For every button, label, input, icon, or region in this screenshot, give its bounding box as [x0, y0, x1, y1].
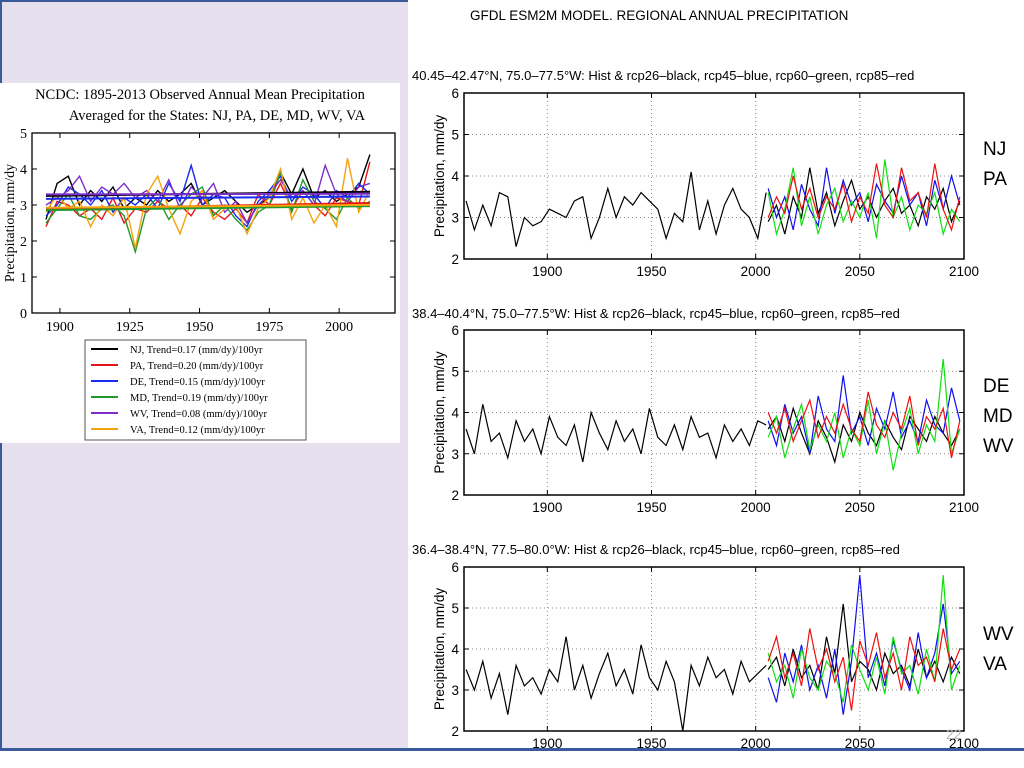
- plot-frame: [31, 132, 396, 314]
- legend-label: PA, Trend=0.20 (mm/dy)/100yr: [130, 361, 264, 372]
- y-tick-label: 4: [20, 163, 27, 178]
- x-tick-label: 1900: [46, 320, 74, 335]
- x-tick-label: 1900: [532, 264, 562, 279]
- y-tick-label: 6: [451, 323, 459, 338]
- x-tick-label: 1900: [532, 500, 562, 515]
- chart-title: NCDC: 1895-2013 Observed Annual Mean Pre…: [35, 87, 366, 103]
- chart-title: 40.45–42.47°N, 75.0–77.5°W: Hist & rcp26…: [412, 68, 914, 83]
- y-tick-label: 5: [451, 364, 459, 379]
- y-tick-label: 2: [20, 235, 27, 250]
- y-tick-label: 5: [451, 601, 459, 616]
- y-tick-label: 2: [451, 724, 459, 739]
- x-tick-label: 1950: [186, 320, 214, 335]
- region-labels-2: DE MD WV: [983, 372, 1014, 462]
- y-tick-label: 3: [451, 683, 459, 698]
- legend-label: MD, Trend=0.19 (mm/dy)/100yr: [130, 393, 268, 404]
- chart-title: 36.4–38.4°N, 77.5–80.0°W: Hist & rcp26–b…: [412, 542, 900, 557]
- x-tick-label: 1950: [636, 500, 666, 515]
- y-tick-label: 3: [451, 447, 459, 462]
- legend-label: WV, Trend=0.08 (mm/dy)/100yr: [130, 409, 267, 420]
- y-tick-label: 6: [451, 86, 459, 101]
- x-tick-label: 2100: [949, 500, 979, 515]
- region-labels-3: WV VA: [983, 620, 1014, 680]
- region-label: VA: [983, 654, 1007, 675]
- y-tick-label: 3: [20, 199, 27, 214]
- x-tick-label: 2000: [741, 500, 771, 515]
- rcp45-line: [767, 575, 961, 715]
- y-tick-label: 5: [451, 128, 459, 143]
- y-tick-label: 4: [451, 406, 459, 421]
- x-tick-label: 1975: [255, 320, 283, 335]
- y-tick-label: 5: [20, 127, 27, 142]
- x-tick-label: 2000: [325, 320, 353, 335]
- y-tick-label: 6: [451, 560, 459, 575]
- region-label: NJ: [983, 139, 1007, 160]
- y-axis-label: Precipitation, mm/dy: [432, 351, 447, 474]
- x-tick-label: 2100: [949, 264, 979, 279]
- hist-line: [465, 171, 767, 247]
- region-label: MD: [983, 406, 1013, 427]
- y-axis-label: Precipitation, mm/dy: [432, 588, 447, 711]
- y-tick-label: 2: [451, 488, 459, 503]
- x-tick-label: 2050: [845, 264, 875, 279]
- rcp60-line: [767, 575, 961, 703]
- region-label: WV: [983, 624, 1014, 645]
- x-tick-label: 2000: [741, 264, 771, 279]
- chart-title: 38.4–40.4°N, 75.0–77.5°W: Hist & rcp26–b…: [412, 306, 900, 321]
- x-tick-label: 2050: [845, 736, 875, 751]
- region-label: WV: [983, 436, 1014, 457]
- x-tick-label: 1900: [532, 736, 562, 751]
- region-label: DE: [983, 376, 1010, 397]
- y-axis-label: Precipitation, mm/dy: [3, 164, 18, 282]
- rcp45-line: [767, 167, 961, 231]
- hist-line: [465, 636, 767, 732]
- x-tick-label: 1950: [636, 736, 666, 751]
- x-tick-label: 1925: [116, 320, 144, 335]
- charts-canvas: NCDC: 1895-2013 Observed Annual Mean Pre…: [3, 68, 979, 751]
- legend-label: DE, Trend=0.15 (mm/dy)/100yr: [130, 377, 265, 388]
- y-tick-label: 3: [451, 211, 459, 226]
- y-tick-label: 2: [451, 252, 459, 267]
- trend-line: [45, 192, 370, 196]
- y-tick-label: 4: [451, 642, 459, 657]
- y-tick-label: 0: [20, 307, 27, 322]
- legend-label: NJ, Trend=0.17 (mm/dy)/100yr: [130, 345, 263, 356]
- region-label: PA: [983, 169, 1007, 190]
- x-tick-label: 2000: [741, 736, 771, 751]
- y-tick-label: 1: [20, 271, 27, 286]
- legend-label: VA, Trend=0.12 (mm/dy)/100yr: [130, 425, 265, 436]
- x-tick-label: 2050: [845, 500, 875, 515]
- rcp85-line: [767, 628, 961, 711]
- page-number: 22: [946, 726, 962, 742]
- region-labels-1: NJ PA: [983, 135, 1007, 195]
- y-tick-label: 4: [451, 169, 459, 184]
- chart-subtitle: Averaged for the States: NJ, PA, DE, MD,…: [69, 108, 366, 124]
- y-axis-label: Precipitation, mm/dy: [432, 115, 447, 238]
- x-tick-label: 1950: [636, 264, 666, 279]
